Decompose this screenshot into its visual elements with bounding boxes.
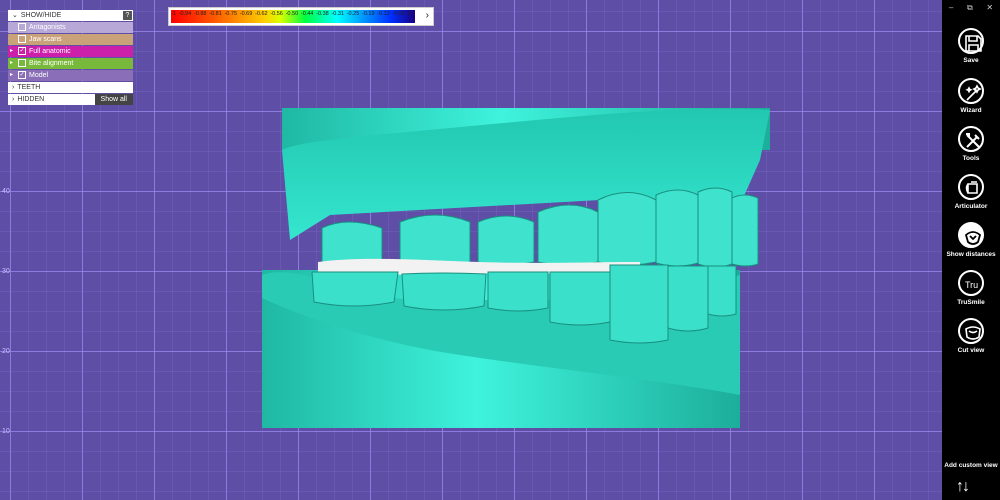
hidden-header[interactable]: › HIDDEN Show all (8, 94, 133, 105)
svg-text:Tru: Tru (965, 280, 978, 290)
toolbar-wizard-button[interactable]: Wizard (942, 78, 1000, 114)
toolbar-label: Save (963, 57, 979, 64)
toolbar-label: Articulator (954, 203, 988, 210)
checkbox-unchecked[interactable] (18, 35, 26, 44)
layer-row[interactable]: Jaw scans (8, 34, 133, 45)
distance-color-scale: -1 -0.94 -0.88 -0.81 -0.75 -0.69 -0.62 -0.56 -0.… (168, 7, 434, 26)
restore-button[interactable]: ⧉ (967, 3, 973, 13)
toolbar-save-button[interactable]: Save (942, 28, 1000, 64)
save-icon (958, 28, 984, 54)
teeth-label: TEETH (17, 84, 41, 91)
toolbar-articulator-button[interactable]: Articulator (942, 174, 1000, 210)
window-controls: ‒ ⧉ ✕ (942, 3, 1000, 13)
close-button[interactable]: ✕ (986, 3, 993, 13)
trusmile-icon: Tru (958, 270, 984, 296)
toolbar-tools-button[interactable]: Tools (942, 126, 1000, 162)
wizard-wand-icon (958, 78, 984, 104)
checkbox-checked[interactable]: ✓ (18, 71, 26, 80)
expand-icon[interactable]: ▸ (10, 46, 13, 57)
expand-icon[interactable]: ▸ (10, 58, 13, 69)
cut-view-icon (958, 318, 984, 344)
layer-row[interactable]: ▸ ✓ Model (8, 70, 133, 81)
checkbox-checked[interactable]: ✓ (18, 47, 26, 56)
color-scale-label: -0.06 (392, 11, 406, 17)
toolbar-label: TruSmile (957, 299, 985, 306)
checkbox-unchecked[interactable] (18, 23, 26, 32)
color-scale-label: -0.50 (285, 11, 299, 17)
color-scale-label: -0.69 (239, 11, 253, 17)
add-custom-view-label[interactable]: Add custom view (942, 462, 1000, 469)
expand-icon[interactable]: ▸ (10, 70, 13, 81)
layer-row[interactable]: Antagonists (8, 22, 133, 33)
layer-label: Bite alignment (29, 60, 74, 67)
color-scale-label: -0.38 (316, 11, 329, 17)
color-scale-label: -0.25 (346, 11, 360, 17)
color-scale-label: -0.44 (300, 11, 314, 17)
hidden-label: HIDDEN (17, 96, 45, 103)
color-scale-label: -0.81 (209, 11, 222, 17)
toolbar-label: Cut view (957, 347, 985, 354)
toolbar-label: Show distances (946, 251, 996, 258)
toolbar-show-distances-button[interactable]: Show distances (942, 222, 1000, 258)
chevron-right-icon: › (12, 84, 15, 91)
color-scale-label: -1 (171, 11, 176, 17)
layer-row[interactable]: ▸ Bite alignment (8, 58, 133, 69)
color-scale-label: -0.88 (193, 11, 207, 17)
color-scale-label: -0.31 (331, 11, 344, 17)
tools-icon (958, 126, 984, 152)
show-hide-title: SHOW/HIDE (20, 12, 62, 19)
toolbar-cut-view-button[interactable]: Cut view (942, 318, 1000, 354)
minimize-button[interactable]: ‒ (949, 3, 953, 13)
color-scale-label: -0.75 (224, 11, 238, 17)
color-scale-label: -0.62 (255, 11, 268, 17)
chevron-right-icon[interactable]: › (426, 10, 429, 21)
color-scale-label: -0.19 (362, 11, 375, 17)
teeth-header[interactable]: › TEETH (8, 82, 133, 93)
checkbox-unchecked[interactable] (18, 59, 26, 68)
toolbar-trusmile-button[interactable]: Tru TruSmile (942, 270, 1000, 306)
toolbar-label: Wizard (960, 107, 982, 114)
show-hide-header[interactable]: ⌄ SHOW/HIDE ? (8, 10, 133, 21)
show-hide-panel: ⌄ SHOW/HIDE ? Antagonists Jaw scans ▸ ✓ Full … (8, 10, 133, 106)
toolbar-label: Tools (962, 155, 980, 162)
right-toolbar: ‒ ⧉ ✕ Save Wizard Tools Articulator Show dis… (942, 0, 1000, 500)
show-distances-icon (958, 222, 984, 248)
layer-row[interactable]: ▸ ✓ Full anatomic (8, 46, 133, 57)
layer-label: Jaw scans (29, 36, 62, 43)
layer-label: Antagonists (29, 24, 66, 31)
show-all-button[interactable]: Show all (94, 94, 133, 105)
chevron-down-icon: ⌄ (12, 12, 18, 19)
color-scale-label: -0.56 (270, 11, 283, 17)
chevron-right-icon: › (12, 96, 15, 103)
color-scale-labels: -1 -0.94 -0.88 -0.81 -0.75 -0.69 -0.62 -0.56 -0.… (169, 11, 413, 17)
color-scale-label: 0 (407, 11, 411, 17)
up-down-arrows-icon[interactable]: ↑↓ (956, 478, 970, 496)
dental-model[interactable] (0, 0, 942, 500)
color-scale-label: -0.12 (377, 11, 390, 17)
layer-label: Model (29, 72, 49, 79)
layer-label: Full anatomic (29, 48, 71, 55)
articulator-icon (958, 174, 984, 200)
color-scale-label: -0.94 (178, 11, 192, 17)
help-button[interactable]: ? (123, 11, 132, 20)
3d-viewport[interactable]: 40 30 20 10 (0, 0, 942, 500)
